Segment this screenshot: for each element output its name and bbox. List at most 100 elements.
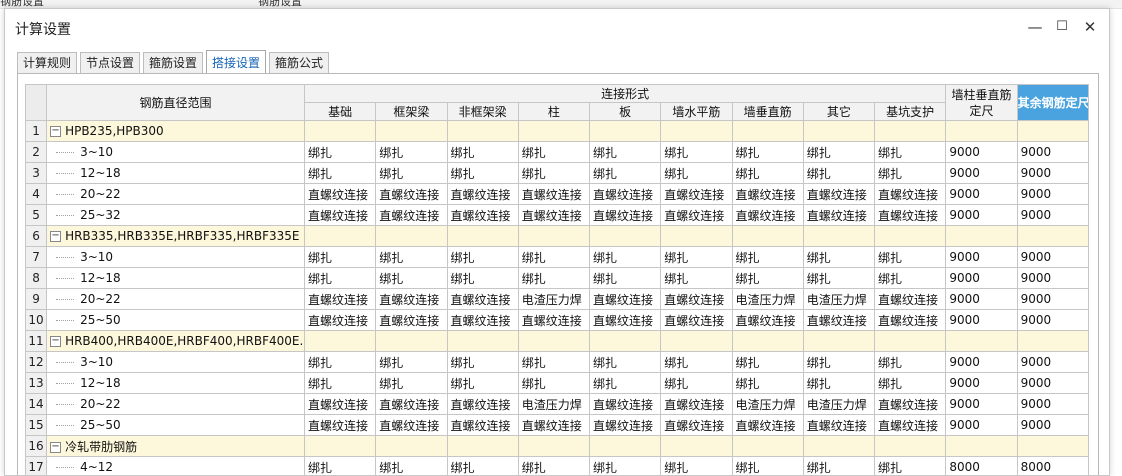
splice-type-cell[interactable]: 绑扎 xyxy=(305,352,376,373)
column-header-other[interactable]: 其它 xyxy=(803,103,874,121)
splice-type-cell[interactable]: 直螺纹连接 xyxy=(661,394,732,415)
splice-type-cell[interactable]: 绑扎 xyxy=(305,268,376,289)
splice-type-cell[interactable]: 直螺纹连接 xyxy=(803,310,874,331)
table-row[interactable]: 1312~18绑扎绑扎绑扎绑扎绑扎绑扎绑扎绑扎绑扎90009000 xyxy=(26,373,1089,394)
splice-type-cell[interactable]: 电渣压力焊 xyxy=(518,289,589,310)
splice-type-cell[interactable]: 绑扎 xyxy=(305,457,376,476)
splice-type-cell[interactable]: 绑扎 xyxy=(732,142,803,163)
range-cell[interactable]: 25~50 xyxy=(47,415,305,436)
splice-type-cell[interactable]: 直螺纹连接 xyxy=(447,394,518,415)
tab-stirrup-settings[interactable]: 箍筋设置 xyxy=(143,52,203,74)
splice-type-cell[interactable]: 绑扎 xyxy=(518,373,589,394)
stock-length-cell[interactable]: 9000 xyxy=(1017,268,1088,289)
splice-type-cell[interactable]: 绑扎 xyxy=(803,373,874,394)
splice-type-cell[interactable]: 直螺纹连接 xyxy=(518,205,589,226)
column-header-foundation[interactable]: 基础 xyxy=(305,103,376,121)
splice-type-cell[interactable]: 绑扎 xyxy=(803,163,874,184)
close-icon[interactable]: ✕ xyxy=(1077,15,1103,39)
splice-type-cell[interactable]: 绑扎 xyxy=(590,247,661,268)
splice-type-cell[interactable]: 绑扎 xyxy=(875,457,946,476)
stock-length-cell[interactable]: 9000 xyxy=(946,184,1017,205)
splice-type-cell[interactable]: 直螺纹连接 xyxy=(305,205,376,226)
stock-length-cell[interactable]: 9000 xyxy=(946,352,1017,373)
stock-length-cell[interactable]: 9000 xyxy=(1017,394,1088,415)
splice-type-cell[interactable]: 绑扎 xyxy=(875,163,946,184)
range-cell[interactable]: 25~32 xyxy=(47,205,305,226)
splice-type-cell[interactable]: 绑扎 xyxy=(447,142,518,163)
splice-type-cell[interactable]: 电渣压力焊 xyxy=(803,289,874,310)
splice-type-cell[interactable]: 绑扎 xyxy=(661,373,732,394)
column-header-non-frame-beam[interactable]: 非框架梁 xyxy=(447,103,518,121)
tab-node-settings[interactable]: 节点设置 xyxy=(80,52,140,74)
range-cell[interactable]: 3~10 xyxy=(47,247,305,268)
splice-type-cell[interactable]: 直螺纹连接 xyxy=(732,205,803,226)
column-header-other-stock-length[interactable]: 其余钢筋定尺 xyxy=(1017,85,1088,121)
splice-type-cell[interactable]: 电渣压力焊 xyxy=(518,394,589,415)
range-cell[interactable]: 20~22 xyxy=(47,394,305,415)
splice-type-cell[interactable]: 电渣压力焊 xyxy=(732,289,803,310)
range-cell[interactable]: 12~18 xyxy=(47,163,305,184)
splice-type-cell[interactable]: 直螺纹连接 xyxy=(590,394,661,415)
stock-length-cell[interactable]: 9000 xyxy=(946,394,1017,415)
splice-type-cell[interactable]: 电渣压力焊 xyxy=(803,394,874,415)
collapse-icon[interactable]: − xyxy=(50,336,61,347)
splice-type-cell[interactable]: 绑扎 xyxy=(590,163,661,184)
splice-type-cell[interactable]: 直螺纹连接 xyxy=(875,394,946,415)
splice-type-cell[interactable]: 直螺纹连接 xyxy=(661,289,732,310)
collapse-icon[interactable]: − xyxy=(50,126,61,137)
stock-length-cell[interactable]: 8000 xyxy=(1017,457,1088,476)
tab-calc-rules[interactable]: 计算规则 xyxy=(17,52,77,74)
splice-type-cell[interactable]: 绑扎 xyxy=(661,247,732,268)
splice-type-cell[interactable]: 绑扎 xyxy=(518,352,589,373)
splice-type-cell[interactable]: 绑扎 xyxy=(305,247,376,268)
splice-type-cell[interactable]: 直螺纹连接 xyxy=(875,310,946,331)
stock-length-cell[interactable]: 9000 xyxy=(1017,310,1088,331)
stock-length-cell[interactable]: 9000 xyxy=(946,247,1017,268)
stock-length-cell[interactable]: 9000 xyxy=(1017,373,1088,394)
splice-type-cell[interactable]: 直螺纹连接 xyxy=(590,205,661,226)
splice-type-cell[interactable]: 绑扎 xyxy=(305,142,376,163)
column-header-pit-support[interactable]: 基坑支护 xyxy=(875,103,946,121)
splice-type-cell[interactable]: 绑扎 xyxy=(447,457,518,476)
range-cell[interactable]: 12~18 xyxy=(47,268,305,289)
group-label-cell[interactable]: −HRB400,HRB400E,HRBF400,HRBF400E... xyxy=(47,331,305,352)
stock-length-cell[interactable]: 9000 xyxy=(1017,289,1088,310)
splice-type-cell[interactable]: 绑扎 xyxy=(590,268,661,289)
splice-type-cell[interactable]: 直螺纹连接 xyxy=(305,415,376,436)
splice-type-cell[interactable]: 直螺纹连接 xyxy=(447,205,518,226)
splice-type-cell[interactable]: 绑扎 xyxy=(661,352,732,373)
splice-type-cell[interactable]: 直螺纹连接 xyxy=(875,184,946,205)
splice-type-cell[interactable]: 绑扎 xyxy=(732,373,803,394)
minimize-icon[interactable]: — xyxy=(1022,15,1048,39)
splice-type-cell[interactable]: 绑扎 xyxy=(376,268,447,289)
splice-type-cell[interactable]: 直螺纹连接 xyxy=(803,205,874,226)
splice-type-cell[interactable]: 直螺纹连接 xyxy=(376,415,447,436)
maximize-icon[interactable]: ☐ xyxy=(1049,15,1075,39)
column-header-frame-beam[interactable]: 框架梁 xyxy=(376,103,447,121)
splice-type-cell[interactable]: 直螺纹连接 xyxy=(875,205,946,226)
splice-type-cell[interactable]: 绑扎 xyxy=(447,373,518,394)
splice-type-cell[interactable]: 绑扎 xyxy=(376,142,447,163)
range-cell[interactable]: 20~22 xyxy=(47,184,305,205)
splice-type-cell[interactable]: 绑扎 xyxy=(803,352,874,373)
splice-type-cell[interactable]: 直螺纹连接 xyxy=(875,289,946,310)
splice-type-cell[interactable]: 直螺纹连接 xyxy=(732,310,803,331)
splice-type-cell[interactable]: 绑扎 xyxy=(376,352,447,373)
table-row[interactable]: 312~18绑扎绑扎绑扎绑扎绑扎绑扎绑扎绑扎绑扎90009000 xyxy=(26,163,1089,184)
range-cell[interactable]: 20~22 xyxy=(47,289,305,310)
splice-type-cell[interactable]: 绑扎 xyxy=(875,373,946,394)
stock-length-cell[interactable]: 9000 xyxy=(946,289,1017,310)
splice-type-cell[interactable]: 绑扎 xyxy=(661,163,732,184)
splice-type-cell[interactable]: 直螺纹连接 xyxy=(376,289,447,310)
splice-type-cell[interactable]: 绑扎 xyxy=(661,268,732,289)
table-row[interactable]: 123~10绑扎绑扎绑扎绑扎绑扎绑扎绑扎绑扎绑扎90009000 xyxy=(26,352,1089,373)
splice-type-cell[interactable]: 绑扎 xyxy=(518,457,589,476)
range-cell[interactable]: 25~50 xyxy=(47,310,305,331)
collapse-icon[interactable]: − xyxy=(50,442,61,453)
splice-type-cell[interactable]: 绑扎 xyxy=(875,247,946,268)
splice-type-cell[interactable]: 直螺纹连接 xyxy=(518,310,589,331)
stock-length-cell[interactable]: 9000 xyxy=(1017,247,1088,268)
splice-type-cell[interactable]: 直螺纹连接 xyxy=(661,184,732,205)
table-row[interactable]: 73~10绑扎绑扎绑扎绑扎绑扎绑扎绑扎绑扎绑扎90009000 xyxy=(26,247,1089,268)
splice-type-cell[interactable]: 绑扎 xyxy=(875,268,946,289)
